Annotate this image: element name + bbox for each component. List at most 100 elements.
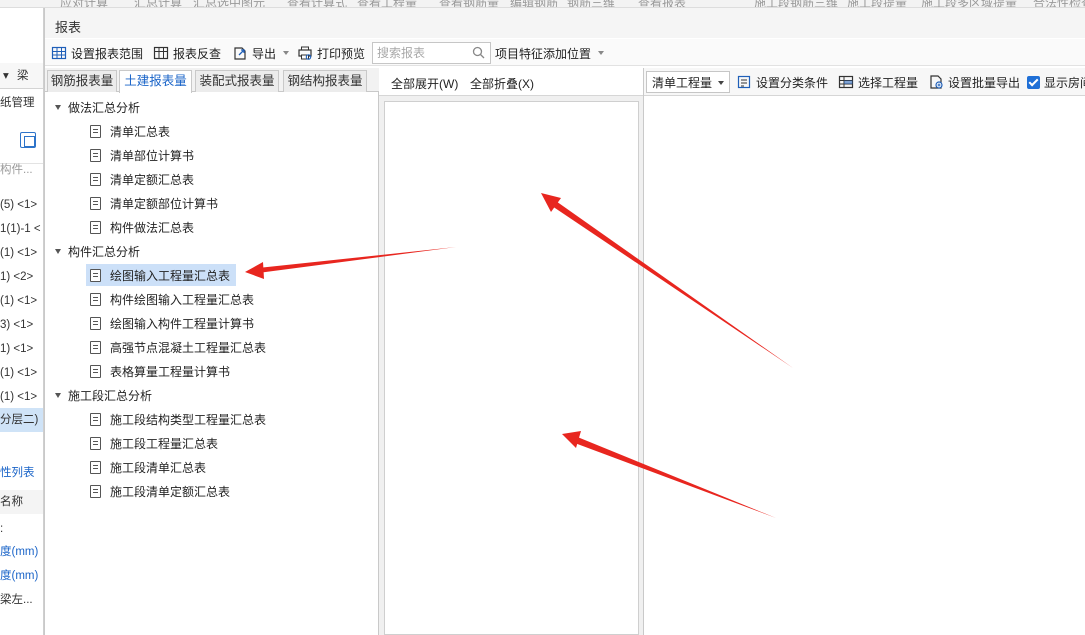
- tree-item[interactable]: 高强节点混凝土工程量汇总表: [86, 336, 272, 358]
- expand-all-button[interactable]: 全部展开(W): [391, 75, 458, 92]
- tree-item[interactable]: 清单部位计算书: [86, 144, 200, 166]
- dialog-titlebar: 报表: [45, 8, 1085, 38]
- report-check-label: 报表反查: [173, 46, 222, 61]
- tree-item-selected[interactable]: 绘图输入工程量汇总表: [86, 264, 237, 286]
- bg-list-item[interactable]: (1) <1>: [0, 361, 43, 385]
- tree-item-label: 高强节点混凝土工程量汇总表: [110, 340, 267, 355]
- tree-item[interactable]: 构件做法汇总表: [86, 216, 200, 238]
- dialog-toolbar: 设置报表范围 报表反查 导出 打印预览 搜索报表 项目特征添加位置: [45, 39, 1085, 66]
- tab-rebar-report[interactable]: 钢筋报表量: [47, 70, 117, 92]
- document-icon: [90, 340, 101, 354]
- document-icon: [90, 316, 101, 330]
- bg-tab-beam[interactable]: 梁: [17, 64, 43, 88]
- report-search-box[interactable]: [372, 42, 491, 64]
- report-check-button[interactable]: 报表反查: [153, 43, 221, 63]
- expand-triangle-icon[interactable]: [55, 248, 61, 254]
- tree-item[interactable]: 构件绘图输入工程量汇总表: [86, 288, 260, 310]
- expand-triangle-icon[interactable]: [55, 392, 61, 398]
- tree-item[interactable]: 清单定额部位计算书: [86, 192, 224, 214]
- bg-list-item[interactable]: (1) <1>: [0, 385, 43, 409]
- chevron-down-icon: [598, 51, 605, 55]
- search-icon[interactable]: [472, 46, 485, 62]
- checkbox-checked-icon[interactable]: [1027, 75, 1040, 89]
- bg-prop-row: 梁左...: [0, 594, 33, 606]
- collapse-all-button[interactable]: 全部折叠(X): [470, 75, 534, 92]
- show-room-checkbox[interactable]: 显示房间: [1027, 73, 1085, 91]
- bg-search-input[interactable]: 构件...: [0, 158, 43, 182]
- bg-list-item[interactable]: 1(1)-1 <: [0, 217, 43, 241]
- copy-icon[interactable]: [20, 132, 36, 148]
- filter-tree-list[interactable]: [384, 101, 639, 635]
- expand-triangle-icon[interactable]: [55, 104, 61, 110]
- bg-column-header: 名称: [0, 490, 43, 514]
- bg-property-list-link[interactable]: 性列表: [0, 461, 43, 485]
- batch-export-label: 设置批量导出: [948, 75, 1021, 90]
- tree-group-label: 构件汇总分析: [68, 244, 141, 259]
- tree-group-label: 做法汇总分析: [68, 100, 141, 115]
- bg-list-item[interactable]: 1) <2>: [0, 265, 43, 289]
- bg-menu-item: 汇总选中图元: [193, 0, 266, 8]
- chevron-down-icon: [283, 51, 290, 55]
- select-quantity-button[interactable]: 选择工程量: [838, 73, 918, 91]
- document-icon: [90, 196, 101, 210]
- tree-item[interactable]: 绘图输入构件工程量计算书: [86, 312, 260, 334]
- document-icon: [90, 292, 101, 306]
- tree-item[interactable]: 表格算量工程量计算书: [86, 360, 236, 382]
- report-view-toolbar: 清单工程量 设置分类条件 选择工程量 设置批量导出 显示房: [644, 68, 1085, 96]
- tree-item-label: 施工段结构类型工程量汇总表: [110, 412, 267, 427]
- document-icon: [90, 148, 101, 162]
- select-quantity-label: 选择工程量: [858, 75, 919, 90]
- bg-drawing-manage[interactable]: 纸管理: [0, 91, 43, 115]
- tree-item[interactable]: 施工段结构类型工程量汇总表: [86, 408, 272, 430]
- feature-position-dropdown[interactable]: 项目特征添加位置: [495, 43, 605, 63]
- document-icon: [90, 436, 101, 450]
- background-left-panel: ▾ 梁 纸管理 构件... (5) <1> 1(1)-1 < (1) <1> 1…: [0, 8, 44, 635]
- document-icon: [90, 124, 101, 138]
- bg-menu-item: 施工段提量: [847, 0, 908, 8]
- set-report-range-button[interactable]: 设置报表范围: [51, 43, 143, 63]
- document-icon: [90, 172, 101, 186]
- tree-item-label: 构件做法汇总表: [110, 220, 195, 235]
- bg-menu-item: 应对计算: [60, 0, 109, 8]
- tree-item[interactable]: 清单定额汇总表: [86, 168, 200, 190]
- filter-toolbar: 全部展开(W) 全部折叠(X): [379, 68, 643, 96]
- bg-list-item[interactable]: (1) <1>: [0, 289, 43, 313]
- tab-steel-report[interactable]: 钢结构报表量: [283, 70, 367, 92]
- tab-civil-report[interactable]: 土建报表量: [119, 70, 192, 93]
- bg-list-item[interactable]: 1) <1>: [0, 337, 43, 361]
- bg-menu-item: 施工段多区域提量: [921, 0, 1018, 8]
- print-preview-button[interactable]: 打印预览: [297, 43, 365, 63]
- bg-menu-item: 查看计算式: [287, 0, 348, 8]
- tree-item-label: 施工段清单汇总表: [110, 460, 207, 475]
- tree-group-stage-summary[interactable]: 施工段汇总分析: [55, 384, 152, 406]
- tree-item[interactable]: 清单汇总表: [86, 120, 176, 142]
- bg-list-item[interactable]: 3) <1>: [0, 313, 43, 337]
- bg-list-item[interactable]: (5) <1>: [0, 193, 43, 217]
- report-tree: 做法汇总分析 清单汇总表 清单部位计算书 清单定额汇总表 清单定额部位计算书 构…: [45, 93, 379, 635]
- bg-list-item-selected[interactable]: 分层二): [0, 408, 43, 432]
- tab-prefab-report[interactable]: 装配式报表量: [195, 70, 279, 92]
- tree-group-method-summary[interactable]: 做法汇总分析: [55, 96, 140, 118]
- report-search-input[interactable]: [373, 43, 469, 63]
- batch-export-button[interactable]: 设置批量导出: [928, 73, 1020, 91]
- tree-item-label: 绘图输入构件工程量计算书: [110, 316, 255, 331]
- tree-group-component-summary[interactable]: 构件汇总分析: [55, 240, 140, 262]
- document-icon: [90, 460, 101, 474]
- set-category-button[interactable]: 设置分类条件: [736, 73, 828, 91]
- bg-list-item[interactable]: (1) <1>: [0, 241, 43, 265]
- bg-menu-item: 钢筋三维: [567, 0, 616, 8]
- tree-item[interactable]: 施工段工程量汇总表: [86, 432, 224, 454]
- tree-item-label: 表格算量工程量计算书: [110, 364, 231, 379]
- quantity-type-dropdown[interactable]: 清单工程量: [646, 71, 730, 93]
- tree-item-label: 施工段工程量汇总表: [110, 436, 219, 451]
- quantity-type-value: 清单工程量: [652, 75, 713, 90]
- bg-menu-item: 汇总计算: [134, 0, 183, 8]
- range-grid-icon: [51, 45, 67, 61]
- export-button[interactable]: 导出: [232, 43, 290, 63]
- tree-item-label: 构件绘图输入工程量汇总表: [110, 292, 255, 307]
- tree-item[interactable]: 施工段清单定额汇总表: [86, 480, 236, 502]
- tree-item[interactable]: 施工段清单汇总表: [86, 456, 212, 478]
- print-preview-label: 打印预览: [317, 46, 366, 61]
- bg-prop-row: 度(mm): [0, 570, 39, 582]
- background-menu-strip: 应对计算 汇总计算 汇总选中图元 查看计算式 查看工程量 查看钢筋量 编辑钢筋 …: [0, 0, 1085, 8]
